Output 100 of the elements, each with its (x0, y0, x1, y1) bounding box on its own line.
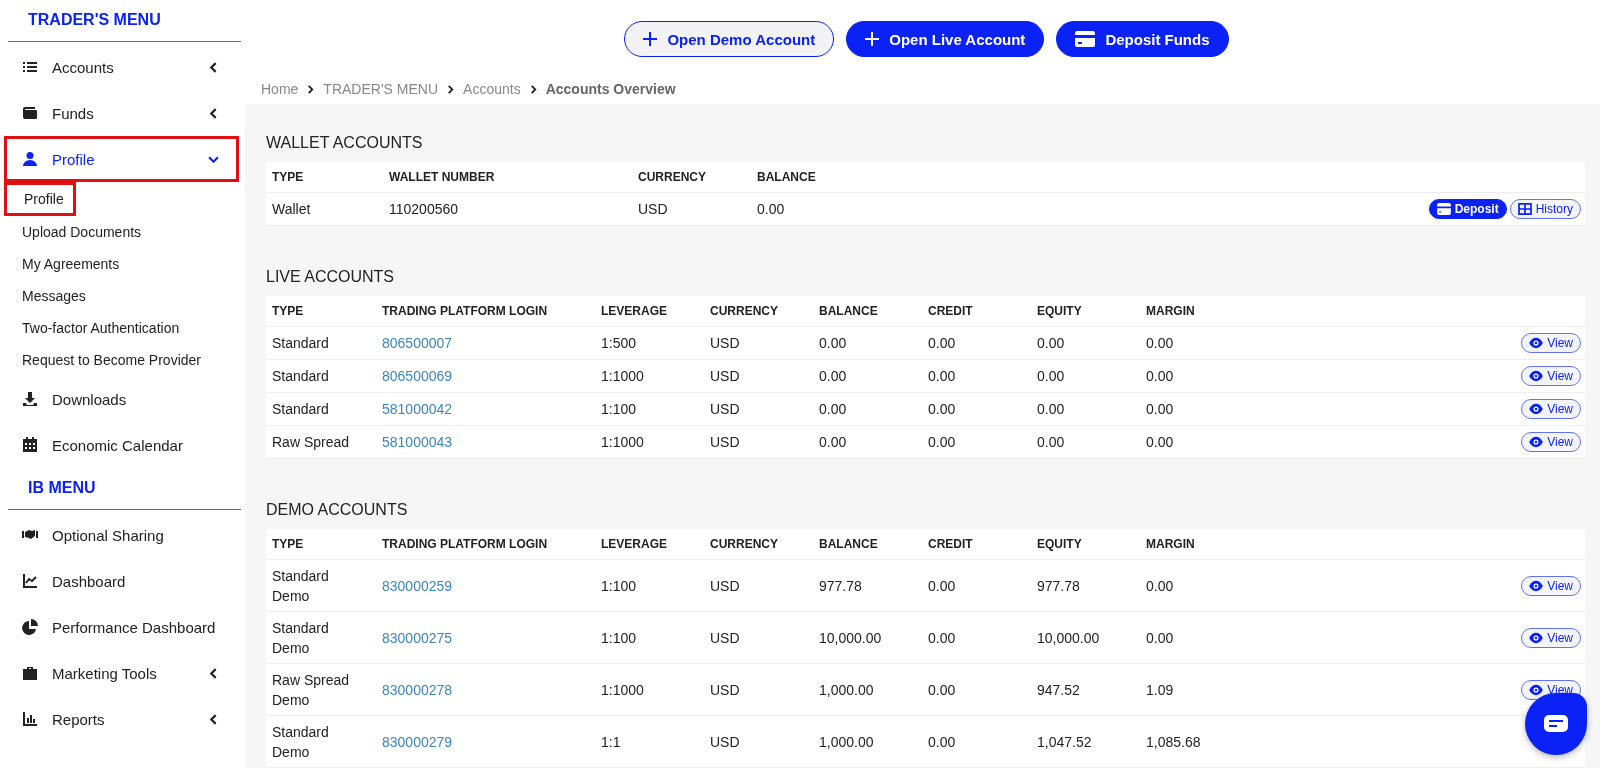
pie-chart-icon (22, 619, 38, 635)
account-link[interactable]: 830000275 (382, 629, 453, 646)
eye-icon (1529, 436, 1544, 448)
breadcrumb-link[interactable]: Accounts (463, 81, 521, 97)
breadcrumb-link[interactable]: TRADER'S MENU (323, 81, 439, 97)
column-header: CURRENCY (709, 537, 779, 551)
submenu-item[interactable]: Request to Become Provider (0, 344, 245, 376)
chevron-right-icon (528, 84, 538, 94)
table-cell: 977.78 (819, 577, 862, 594)
table-cell: 10,000.00 (1037, 629, 1100, 646)
column-header: TRADING PLATFORM LOGIN (381, 304, 549, 318)
column-header: MARGIN (1145, 304, 1196, 318)
table-cell: 0.00 (1146, 434, 1174, 450)
column-header: TYPE (271, 537, 305, 551)
table-cell: USD (710, 368, 740, 384)
table-cell: 0.00 (928, 335, 956, 351)
table-cell: 0.00 (928, 629, 956, 646)
column-header: TRADING PLATFORM LOGIN (381, 537, 549, 551)
chat-icon (1544, 715, 1568, 733)
table-cell-text: Standard (272, 334, 329, 353)
account-link[interactable]: 830000279 (382, 733, 453, 750)
column-header: EQUITY (1036, 537, 1083, 551)
sidebar-item[interactable]: Profile (4, 136, 239, 182)
view-button[interactable]: View (1521, 333, 1581, 353)
view-button[interactable]: View (1521, 432, 1581, 452)
table-cell: 1,000.00 (819, 681, 874, 698)
plus-icon (643, 32, 658, 46)
sidebar-item[interactable]: Marketing Tools (4, 650, 239, 696)
chevron-left-icon (208, 61, 219, 73)
sidebar-item[interactable]: Optional Sharing (4, 512, 239, 558)
table-cell: 1:100 (601, 401, 637, 417)
view-button[interactable]: View (1521, 366, 1581, 386)
account-link[interactable]: 830000259 (382, 577, 453, 594)
account-link[interactable]: 581000042 (382, 401, 453, 417)
sidebar-item[interactable]: Funds (4, 90, 239, 136)
eye-icon (1529, 337, 1544, 349)
table-cell: USD (710, 733, 740, 750)
column-header: CURRENCY (637, 170, 707, 184)
table-cell: USD (710, 681, 740, 698)
sidebar-item[interactable]: Performance Dashboard (4, 604, 239, 650)
table-cell: 0.00 (1037, 401, 1065, 417)
column-header: BALANCE (818, 537, 879, 551)
deposit-button[interactable]: Deposit (1428, 199, 1507, 219)
table-cell: USD (710, 629, 740, 646)
table-cell-text: Standard Demo (272, 566, 330, 606)
credit-card-icon (1075, 31, 1096, 47)
account-link[interactable]: 806500007 (382, 335, 453, 351)
top-action-button[interactable]: Deposit Funds (1056, 21, 1229, 57)
column-header: CREDIT (927, 304, 974, 318)
table-cell: 0.00 (1146, 368, 1174, 384)
chevron-left-icon (208, 713, 219, 725)
sidebar-item[interactable]: Dashboard (4, 558, 239, 604)
table-cell: 0.00 (757, 201, 785, 217)
breadcrumb-current: Accounts Overview (545, 81, 676, 97)
sidebar-item[interactable]: Downloads (4, 376, 239, 422)
table-cell: 0.00 (928, 733, 956, 750)
table-cell: 0.00 (819, 368, 847, 384)
submenu-item[interactable]: Upload Documents (0, 216, 245, 248)
table-cell: USD (710, 577, 740, 594)
view-button[interactable]: View (1521, 399, 1581, 419)
account-link[interactable]: 581000043 (382, 434, 453, 450)
column-header: LEVERAGE (600, 304, 668, 318)
sidebar-item[interactable]: Economic Calendar (4, 422, 239, 468)
sidebar-item[interactable]: Reports (4, 696, 239, 742)
submenu-item[interactable]: Messages (0, 280, 245, 312)
breadcrumb-link[interactable]: Home (261, 81, 299, 97)
history-button[interactable]: History (1509, 199, 1581, 219)
submenu-item[interactable]: My Agreements (0, 248, 245, 280)
column-header: CURRENCY (709, 304, 779, 318)
submenu-item[interactable]: Profile (4, 182, 76, 216)
table-icon (1517, 203, 1532, 215)
table-cell-text: Wallet (272, 200, 311, 219)
table-cell: 0.00 (928, 577, 956, 594)
sidebar-item[interactable]: Accounts (4, 44, 239, 90)
table-cell-text: Standard Demo (272, 618, 330, 658)
submenu-item[interactable]: Two-factor Authentication (0, 312, 245, 344)
list-icon (22, 59, 38, 75)
table-cell: 0.00 (819, 335, 847, 351)
top-action-button[interactable]: Open Demo Account (624, 21, 835, 57)
plus-icon (865, 32, 880, 46)
table-cell-text: Standard (272, 400, 329, 419)
table-cell: 1,085.68 (1146, 733, 1201, 750)
eye-icon (1529, 579, 1544, 592)
eye-icon (1529, 403, 1544, 415)
table-cell-text: Standard (272, 367, 329, 386)
table-cell: 0.00 (819, 434, 847, 450)
table-cell: 1:1 (601, 733, 621, 750)
account-link[interactable]: 806500069 (382, 368, 453, 384)
view-button[interactable]: View (1521, 627, 1581, 648)
section-title: IB MENU (8, 470, 241, 510)
table-cell: 1:100 (601, 629, 637, 646)
bar-chart-icon (22, 711, 38, 727)
account-link[interactable]: 830000278 (382, 681, 453, 698)
table-cell: 110200560 (389, 201, 459, 217)
view-button[interactable]: View (1521, 575, 1581, 596)
top-action-button[interactable]: Open Live Account (846, 21, 1045, 57)
table-cell: 0.00 (928, 401, 956, 417)
table-cell: USD (710, 335, 740, 351)
table-cell: 947.52 (1037, 681, 1080, 698)
column-header: WALLET NUMBER (388, 170, 496, 184)
